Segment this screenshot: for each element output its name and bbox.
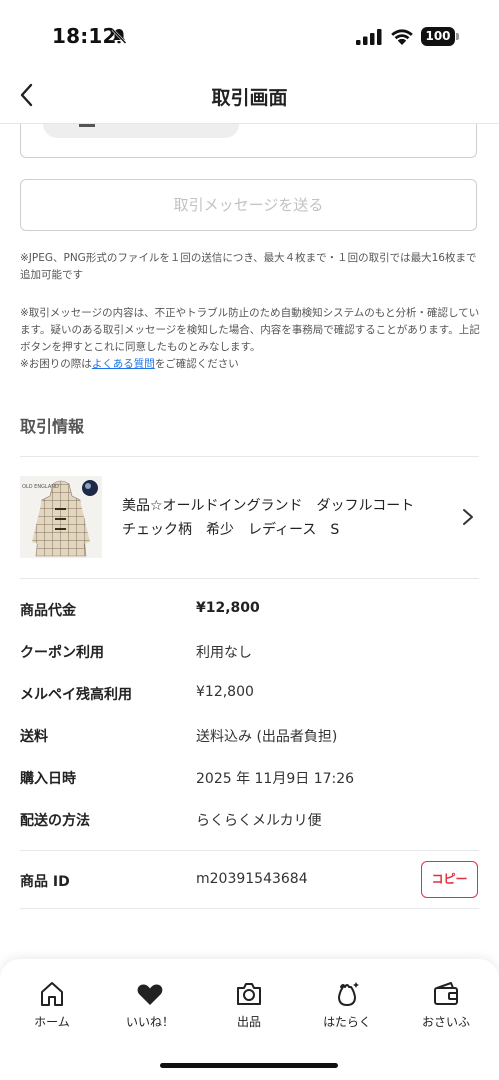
info-value: らくらくメルカリ便 — [196, 813, 322, 829]
info-label: 商品 ID — [20, 874, 70, 890]
item-name: 美品☆オールドイングランド ダッフルコート チェック柄 希少 レディース S — [122, 498, 429, 538]
message-input-box[interactable] — [20, 124, 477, 158]
product-id-value: m20391543684 — [196, 871, 308, 887]
item-thumbnail: OLD ENGLAND — [20, 476, 102, 558]
work-bag-icon — [338, 982, 359, 1006]
tab-work[interactable]: はたらく — [302, 979, 392, 1039]
status-bar: 18:12 100 — [0, 0, 499, 68]
info-label: クーポン利用 — [20, 645, 104, 661]
heart-icon — [137, 984, 163, 1005]
policy-note: ※取引メッセージの内容は、不正やトラブル防止のため自動検知システムのもと分析・確… — [20, 307, 480, 353]
page-title: 取引画面 — [211, 87, 288, 109]
cellular-signal-icon — [356, 29, 382, 45]
home-indicator — [160, 1063, 338, 1068]
item-row[interactable]: OLD ENGLAND 美品☆オールドイングランド ダッフルコート チェック柄 … — [20, 474, 479, 560]
thumb-logo-text: OLD ENGLAND — [22, 484, 59, 490]
info-label: メルペイ残高利用 — [20, 687, 132, 703]
info-row-shipping-method: 配送の方法 らくらくメルカリ便 — [20, 810, 479, 840]
info-value: 送料込み (出品者負担) — [196, 729, 338, 745]
divider — [20, 850, 479, 851]
tab-likes[interactable]: いいね！ — [105, 979, 195, 1039]
info-row-merpay-balance: メルペイ残高利用 ¥12,800 — [20, 684, 479, 714]
status-time: 18:12 — [52, 24, 117, 48]
faq-link[interactable]: よくある質問 — [92, 358, 155, 370]
help-note: ※お困りの際はよくある質問をご確認ください — [20, 356, 482, 373]
photo-upload-chip[interactable] — [43, 124, 239, 138]
duffle-coat-image: OLD ENGLAND — [20, 476, 102, 558]
tab-home[interactable]: ホーム — [7, 979, 97, 1039]
info-label: 商品代金 — [20, 603, 76, 619]
section-title-transaction-info: 取引情報 — [20, 417, 85, 436]
divider — [20, 456, 479, 457]
bell-muted-icon — [111, 28, 127, 44]
info-value: ¥12,800 — [196, 600, 260, 616]
info-row-price: 商品代金 ¥12,800 — [20, 600, 479, 630]
home-icon — [41, 982, 63, 1006]
tab-label: おさいふ — [421, 1015, 470, 1029]
info-value: 利用なし — [196, 645, 252, 661]
help-note-prefix: ※お困りの際は — [20, 358, 92, 370]
nav-header: 取引画面 — [0, 68, 499, 124]
battery-indicator: 100 — [421, 27, 459, 46]
info-label: 送料 — [20, 729, 48, 745]
copy-button[interactable]: コピー — [421, 861, 478, 898]
tab-sell[interactable]: 出品 — [204, 979, 294, 1039]
wifi-icon — [391, 29, 413, 45]
divider — [20, 908, 479, 909]
info-label: 購入日時 — [20, 771, 76, 787]
upload-chip-icon — [79, 124, 95, 127]
info-row-shipping-fee: 送料 送料込み (出品者負担) — [20, 726, 479, 756]
tab-wallet[interactable]: おさいふ — [401, 979, 491, 1039]
info-label: 配送の方法 — [20, 813, 90, 829]
chevron-right-icon — [463, 509, 473, 525]
divider — [20, 578, 479, 579]
help-note-suffix: をご確認ください — [154, 358, 239, 370]
upload-note: ※JPEG、PNG形式のファイルを１回の送信につき、最大４枚まで・１回の取引では… — [20, 252, 477, 281]
tab-label: いいね！ — [125, 1015, 174, 1029]
info-value: 2025 年 11月9日 17:26 — [196, 771, 355, 787]
info-value: ¥12,800 — [196, 684, 254, 700]
tab-label: はたらく — [323, 1015, 371, 1029]
tab-label: ホーム — [34, 1015, 70, 1029]
wallet-icon — [434, 982, 458, 1005]
info-row-product-id: 商品 ID m20391543684 — [20, 871, 479, 901]
tab-label: 出品 — [236, 1015, 261, 1029]
bottom-tab-bar: ホーム いいね！ 出品 はたらく おさいふ — [0, 959, 499, 1080]
info-row-purchase-date: 購入日時 2025 年 11月9日 17:26 — [20, 768, 479, 798]
camera-icon — [237, 983, 261, 1005]
info-row-coupon: クーポン利用 利用なし — [20, 642, 479, 672]
send-message-button[interactable]: 取引メッセージを送る — [20, 179, 477, 231]
